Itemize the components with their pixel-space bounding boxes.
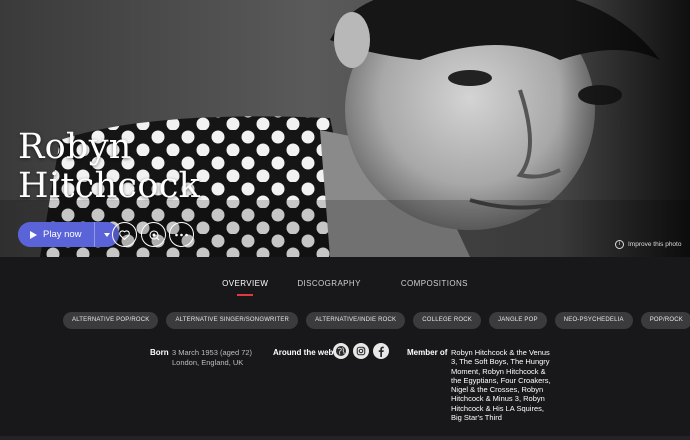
- tab-overview[interactable]: OVERVIEW: [222, 279, 268, 294]
- tab-compositions[interactable]: COMPOSITIONS: [401, 279, 468, 294]
- genre-tag[interactable]: ALTERNATIVE SINGER/SONGWRITER: [166, 312, 299, 329]
- chevron-down-icon: [103, 232, 110, 237]
- heart-icon: [119, 229, 130, 240]
- radio-icon: [148, 229, 159, 240]
- info-icon: i: [615, 240, 624, 249]
- facebook-icon[interactable]: [373, 343, 389, 359]
- improve-photo-link[interactable]: i Improve this photo: [615, 240, 681, 249]
- web-links: [333, 343, 389, 359]
- play-button-group: Play now: [18, 222, 119, 247]
- artist-name-line1: Robyn: [18, 127, 132, 167]
- genre-tag[interactable]: NEO-PSYCHEDELIA: [554, 312, 633, 329]
- more-icon: [175, 233, 188, 236]
- genre-tag[interactable]: POP/ROCK: [640, 312, 690, 329]
- genre-tag[interactable]: JANGLE POP: [489, 312, 547, 329]
- genre-tag[interactable]: COLLEGE ROCK: [413, 312, 482, 329]
- born-place: London, England, UK: [172, 358, 244, 367]
- artist-tabs: OVERVIEW DISCOGRAPHY COMPOSITIONS: [0, 257, 690, 303]
- band-link[interactable]: Four Croakers: [501, 376, 549, 385]
- bottom-divider: [0, 436, 690, 440]
- artist-hero: Robyn Hitchcock Play now i Improve this …: [0, 0, 690, 257]
- born-label: Born: [150, 348, 169, 357]
- band-link[interactable]: The Soft Boys: [459, 357, 506, 366]
- play-now-button[interactable]: Play now: [18, 222, 94, 247]
- born-date: 3 March 1953 (aged 72): [172, 348, 253, 357]
- member-of-list: Robyn Hitchcock & the Venus 3, The Soft …: [451, 348, 551, 423]
- genre-tag[interactable]: ALTERNATIVE/INDIE ROCK: [306, 312, 406, 329]
- play-now-label: Play now: [43, 229, 82, 240]
- genre-tag[interactable]: ALTERNATIVE POP/ROCK: [63, 312, 159, 329]
- artist-name-line2: Hitchcock: [18, 166, 201, 206]
- band-link[interactable]: Nigel & the Crosses: [451, 385, 517, 394]
- tab-discography[interactable]: DISCOGRAPHY: [297, 279, 361, 294]
- band-link[interactable]: Big Star's Third: [451, 413, 502, 422]
- artist-name: Robyn Hitchcock: [18, 128, 248, 206]
- radio-button[interactable]: [141, 222, 166, 247]
- instagram-icon[interactable]: [353, 343, 369, 359]
- genre-tags: ALTERNATIVE POP/ROCK ALTERNATIVE SINGER/…: [63, 312, 690, 329]
- more-options-button[interactable]: [169, 222, 194, 247]
- improve-photo-label: Improve this photo: [628, 241, 682, 248]
- favorite-button[interactable]: [112, 222, 137, 247]
- around-the-web-label: Around the web: [273, 348, 334, 357]
- globe-icon[interactable]: [333, 343, 349, 359]
- play-icon: [30, 230, 37, 239]
- member-of-label: Member of: [407, 348, 448, 357]
